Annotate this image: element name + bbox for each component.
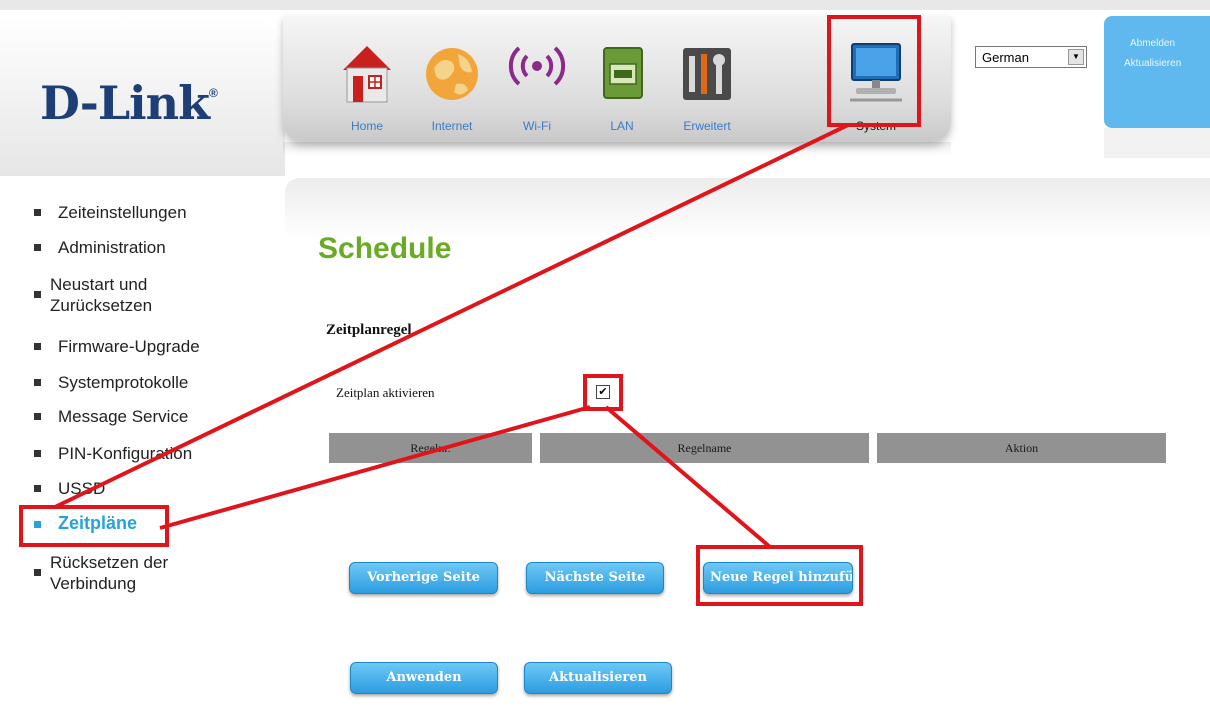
nav-label-system: System bbox=[855, 119, 896, 133]
nav-internet[interactable]: Internet bbox=[412, 16, 492, 142]
sidebar-item-label: Message Service bbox=[58, 407, 189, 426]
bullet-icon bbox=[34, 343, 41, 350]
dlink-logo: D-Link® bbox=[40, 76, 218, 130]
add-rule-button[interactable]: Neue Regel hinzufügen bbox=[703, 562, 853, 594]
wifi-icon bbox=[508, 46, 566, 86]
bullet-icon bbox=[34, 521, 41, 528]
language-select-value: German bbox=[982, 50, 1029, 65]
nav-lan[interactable]: LAN bbox=[582, 16, 662, 142]
nav-label-internet: Internet bbox=[431, 119, 473, 133]
sidebar-item-label: Systemprotokolle bbox=[58, 373, 189, 392]
nav-label-wifi: Wi-Fi bbox=[523, 119, 551, 133]
apply-button[interactable]: Anwenden bbox=[350, 662, 498, 694]
next-page-button[interactable]: Nächste Seite bbox=[526, 562, 664, 594]
account-panel: Abmelden Aktualisieren bbox=[1104, 16, 1210, 128]
sidebar-item-label: PIN-Konfiguration bbox=[58, 444, 193, 463]
bullet-icon bbox=[34, 209, 41, 216]
section-label: Zeitplanregel bbox=[326, 322, 412, 338]
top-band bbox=[0, 0, 1210, 10]
bullet-icon bbox=[34, 291, 41, 298]
bullet-icon bbox=[34, 450, 41, 457]
nav-label-erweitert: Erweitert bbox=[683, 119, 731, 133]
table-header-rule-name: Regelname bbox=[540, 433, 869, 463]
sidebar-item-label: Firmware-Upgrade bbox=[58, 337, 200, 356]
bullet-icon bbox=[34, 244, 41, 251]
enable-schedule-checkbox[interactable]: ✔ bbox=[596, 385, 610, 399]
refresh-button[interactable]: Aktualisieren bbox=[524, 662, 672, 694]
language-select[interactable]: German ▼ bbox=[975, 46, 1087, 68]
nav-wifi[interactable]: Wi-Fi bbox=[497, 16, 577, 142]
table-header-rule-number: Regelnr. bbox=[329, 433, 532, 463]
sidebar-item-label: Neustart und Zurücksetzen bbox=[50, 275, 153, 315]
chevron-down-icon[interactable]: ▼ bbox=[1068, 49, 1084, 65]
account-panel-shade bbox=[1104, 128, 1210, 158]
sidebar-item-label: Zeitpläne bbox=[58, 513, 138, 533]
nav-label-lan: LAN bbox=[610, 119, 634, 133]
nav-erweitert[interactable]: Erweitert bbox=[667, 16, 747, 142]
nav-home[interactable]: Home bbox=[327, 16, 407, 142]
sidebar-item-label: Rücksetzen der Verbindung bbox=[50, 553, 169, 593]
top-nav-bar: Home Internet Wi-Fi LAN Erweitert System bbox=[283, 16, 951, 142]
bullet-icon bbox=[34, 485, 41, 492]
sidebar-item-label: Zeiteinstellungen bbox=[58, 203, 187, 222]
globe-icon bbox=[426, 48, 478, 100]
sidebar-item-label: Administration bbox=[58, 238, 166, 257]
bullet-icon bbox=[34, 379, 41, 386]
enable-schedule-label: Zeitplan aktivieren bbox=[336, 385, 435, 400]
refresh-link[interactable]: Aktualisieren bbox=[1124, 58, 1181, 69]
home-icon bbox=[343, 46, 391, 103]
previous-page-button[interactable]: Vorherige Seite bbox=[349, 562, 498, 594]
page-title: Schedule bbox=[318, 232, 452, 265]
bullet-icon bbox=[34, 413, 41, 420]
table-header-action: Aktion bbox=[877, 433, 1166, 463]
logo-panel: D-Link® bbox=[0, 16, 285, 176]
nav-system[interactable]: System bbox=[836, 16, 916, 142]
sidebar-item-label: USSD bbox=[58, 479, 106, 498]
bullet-icon bbox=[34, 569, 41, 576]
monitor-icon bbox=[850, 43, 902, 102]
lan-port-icon bbox=[603, 47, 643, 99]
nav-label-home: Home bbox=[350, 119, 383, 133]
tools-icon bbox=[683, 48, 731, 100]
logout-link[interactable]: Abmelden bbox=[1130, 38, 1175, 49]
nav-shadow bbox=[283, 142, 951, 156]
